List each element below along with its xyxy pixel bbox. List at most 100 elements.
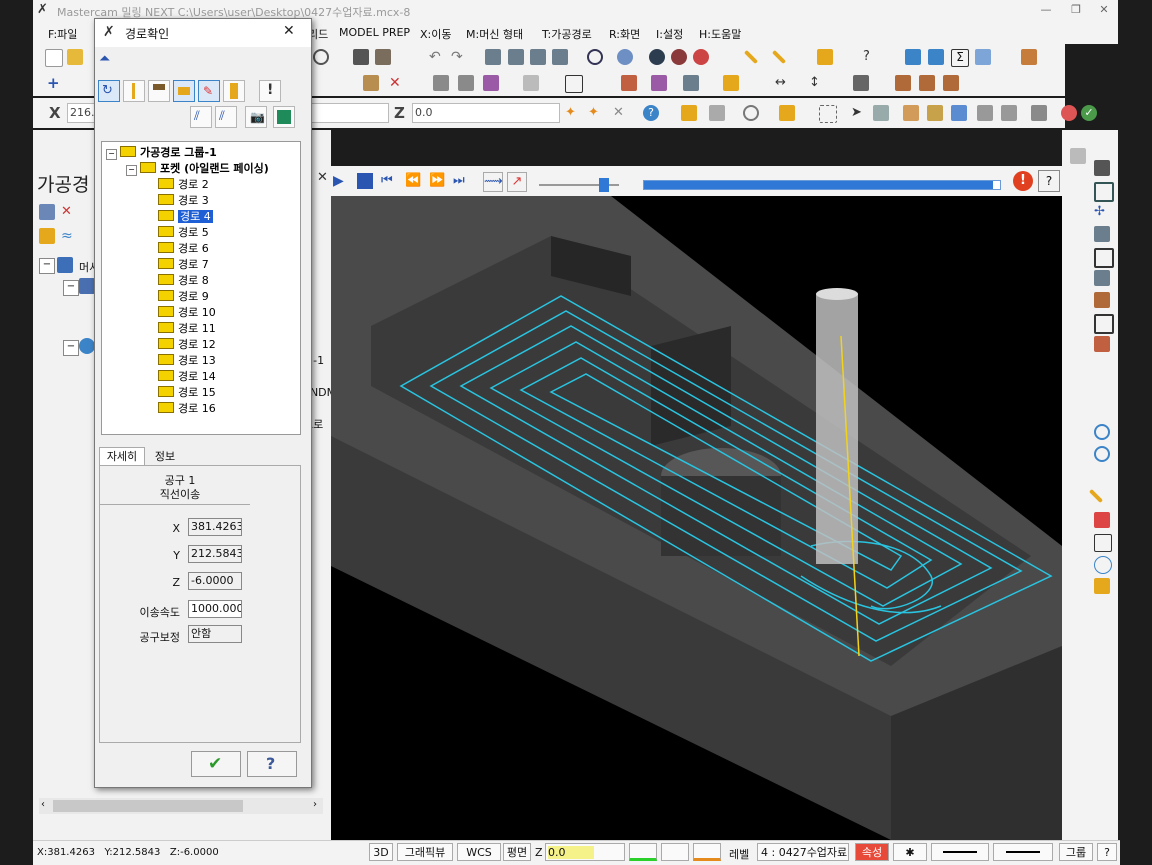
point-icon[interactable] — [433, 75, 449, 91]
right-tool-2-icon[interactable] — [1094, 160, 1110, 176]
z-depth-select[interactable]: 0.0 — [545, 843, 625, 861]
hatch-icon[interactable] — [853, 75, 869, 91]
help-icon[interactable]: ? — [1038, 170, 1060, 192]
verify2-icon[interactable] — [1001, 105, 1017, 121]
help-circle-icon[interactable]: ? — [643, 105, 659, 121]
right-tool-15-icon[interactable] — [1094, 534, 1112, 552]
snap-cross-icon[interactable]: ✕ — [613, 105, 629, 121]
settings-icon[interactable] — [905, 49, 921, 65]
restore-button[interactable]: ❐ — [1068, 3, 1084, 17]
right-tool-14-icon[interactable] — [1094, 512, 1110, 528]
vertical-dim-icon[interactable]: ↕ — [809, 75, 825, 91]
draw-icon[interactable]: ↗ — [507, 172, 527, 192]
right-tool-6-icon[interactable] — [1094, 248, 1114, 268]
module-icon[interactable] — [1021, 49, 1037, 65]
close-window-button[interactable]: ✕ — [1096, 3, 1112, 17]
tree-path-item[interactable]: 경로 16 — [158, 401, 216, 416]
wcs-button[interactable]: WCS — [457, 843, 501, 861]
menu-help[interactable]: H:도움말 — [699, 26, 741, 42]
query-icon[interactable]: ? — [863, 49, 879, 65]
translucent-icon[interactable] — [693, 49, 709, 65]
tool-display-button[interactable] — [123, 80, 145, 102]
ok-button[interactable]: ✔ — [191, 751, 241, 777]
undo-icon[interactable]: ↶ — [429, 49, 445, 65]
view-cube-icon[interactable] — [485, 49, 501, 65]
pointer-icon[interactable]: ➤ — [851, 105, 867, 121]
chain-icon[interactable] — [709, 105, 725, 121]
tree-path-item[interactable]: 경로 10 — [158, 305, 216, 320]
expand-toggle-icon[interactable]: − — [39, 258, 55, 274]
right-tool-3-icon[interactable] — [1094, 182, 1114, 202]
sum-icon[interactable]: Σ — [951, 49, 969, 67]
tree-path-item[interactable]: 경로 5 — [158, 225, 209, 240]
trail-lines-button[interactable]: ⫽ — [190, 106, 212, 128]
horizontal-scrollbar[interactable]: ‹ › — [39, 798, 323, 814]
tree-path-item[interactable]: 경로 13 — [158, 353, 216, 368]
line-width-select[interactable] — [993, 843, 1053, 861]
tree-operation[interactable]: − 포켓 (아일랜드 페이싱) — [126, 161, 269, 176]
trim-icon[interactable] — [363, 75, 379, 91]
save-button[interactable] — [273, 106, 295, 128]
surface-color-button[interactable] — [693, 843, 721, 861]
delete-icon[interactable]: ✕ — [389, 75, 405, 91]
solid-color-button[interactable] — [661, 843, 689, 861]
right-tool-16-icon[interactable] — [1094, 556, 1112, 574]
box-select-icon[interactable] — [819, 105, 837, 123]
reset-icon[interactable] — [743, 105, 759, 121]
snap-origin-icon[interactable]: ✦ — [588, 105, 604, 121]
tree-path-item[interactable]: 경로 2 — [158, 177, 209, 192]
forward-end-icon[interactable]: ⏭ — [453, 173, 465, 188]
minimize-button[interactable]: — — [1038, 3, 1054, 17]
light-icon[interactable] — [723, 75, 739, 91]
rectangle-icon[interactable] — [565, 75, 583, 93]
progress-track[interactable] — [643, 180, 1001, 190]
3d-toggle-button[interactable]: 3D — [369, 843, 393, 861]
shading-icon[interactable] — [617, 49, 633, 65]
tree-path-item[interactable]: 경로 11 — [158, 321, 216, 336]
add-icon[interactable]: + — [47, 75, 63, 91]
level-select[interactable]: 4 : 0427수업자료 — [757, 843, 849, 861]
stop-icon[interactable] — [357, 173, 373, 189]
mask-icon[interactable] — [873, 105, 889, 121]
grid-icon[interactable] — [975, 49, 991, 65]
color-button[interactable] — [629, 843, 657, 861]
tree-path-item[interactable]: 경로 4 — [158, 209, 213, 224]
menu-view[interactable]: R:화면 — [609, 26, 640, 42]
wireframe-icon[interactable] — [375, 49, 391, 65]
tree-path-item[interactable]: 경로 8 — [158, 273, 209, 288]
pencil-icon[interactable] — [743, 49, 759, 65]
scroll-right-icon[interactable]: › — [313, 799, 317, 810]
stop-alert-icon[interactable]: ! — [1013, 171, 1033, 191]
scrollbar-thumb[interactable] — [53, 800, 243, 812]
dialog-close-icon[interactable]: ✕ — [283, 23, 295, 39]
right-tool-12-icon[interactable] — [1094, 446, 1110, 462]
point-style-select[interactable]: ✱ — [893, 843, 927, 861]
endpoint-display-button[interactable]: ✎ — [198, 80, 220, 102]
manager-close-icon[interactable]: ✕ — [317, 170, 328, 185]
menu-xform[interactable]: X:이동 — [420, 26, 451, 42]
graphics-viewport[interactable] — [331, 196, 1062, 840]
attributes-button[interactable]: 속성 — [855, 843, 889, 861]
rewind-start-icon[interactable]: ⏮ — [381, 173, 393, 188]
view-front-icon[interactable] — [530, 49, 546, 65]
collapse-up-icon[interactable]: ⏶ — [99, 51, 110, 67]
menu-machine-type[interactable]: M:머신 형태 — [466, 26, 523, 42]
line-style-select[interactable] — [931, 843, 989, 861]
view-top-icon[interactable] — [508, 49, 524, 65]
right-tool-8-icon[interactable] — [1094, 292, 1110, 308]
speed-slider-thumb[interactable] — [599, 178, 609, 192]
chamfer-icon[interactable] — [621, 75, 637, 91]
menu-model-prep[interactable]: MODEL PREP — [339, 26, 410, 39]
warning-button[interactable]: ! — [259, 80, 281, 102]
line-style-icon[interactable] — [771, 49, 787, 65]
tree-path-item[interactable]: 경로 3 — [158, 193, 209, 208]
z-coord-input[interactable]: 0.0 — [412, 103, 560, 123]
tab-info[interactable]: 정보 — [145, 448, 185, 465]
tree-path-item[interactable]: 경로 9 — [158, 289, 209, 304]
tab-details[interactable]: 자세히 — [99, 447, 145, 466]
right-tool-11-icon[interactable] — [1094, 424, 1110, 440]
tree-path-item[interactable]: 경로 14 — [158, 369, 216, 384]
tree-root[interactable]: − 가공경로 그룹-1 — [106, 145, 217, 160]
trail-lines2-button[interactable]: ⫽ — [215, 106, 237, 128]
shape-display-button[interactable] — [223, 80, 245, 102]
